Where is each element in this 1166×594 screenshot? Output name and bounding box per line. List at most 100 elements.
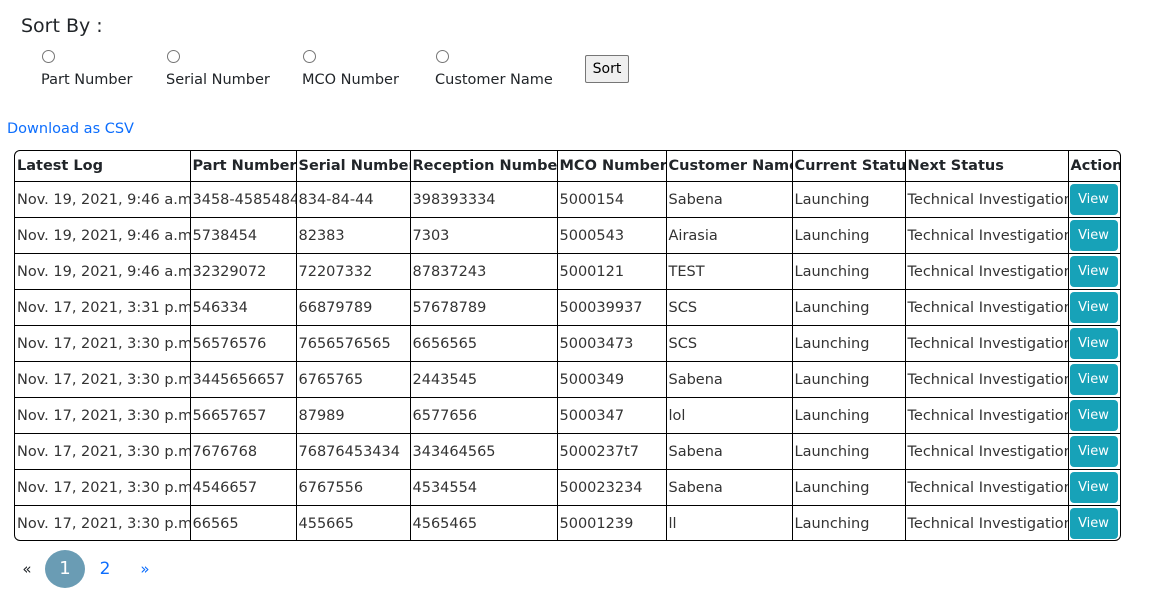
radio-label-mco-number[interactable]: MCO Number bbox=[302, 72, 399, 88]
cell-part-number: 7676768 bbox=[189, 433, 297, 470]
radio-part-number[interactable] bbox=[42, 50, 55, 63]
column-header-part-number: Part Number bbox=[189, 151, 297, 182]
table-row: Nov. 17, 2021, 3:30 p.m. 56657657 87989 657… bbox=[15, 397, 1120, 434]
cell-mco-number: 5000237t7 bbox=[556, 433, 667, 470]
cell-part-number: 32329072 bbox=[189, 253, 297, 290]
column-header-action: Action bbox=[1067, 151, 1120, 182]
radio-mco-number[interactable] bbox=[303, 50, 316, 63]
cell-next-status: Technical Investigation bbox=[904, 181, 1069, 218]
cell-current-status: Launching bbox=[791, 289, 906, 326]
sort-option-part-number[interactable]: Part Number bbox=[41, 50, 132, 88]
cell-part-number: 56576576 bbox=[189, 325, 297, 362]
column-header-serial-number: Serial Number bbox=[295, 151, 411, 182]
cell-reception-number: 7303 bbox=[409, 217, 558, 254]
cell-action: View bbox=[1067, 361, 1120, 398]
cell-part-number: 56657657 bbox=[189, 397, 297, 434]
sort-option-serial-number[interactable]: Serial Number bbox=[166, 50, 270, 88]
cell-current-status: Launching bbox=[791, 325, 906, 362]
table-row: Nov. 19, 2021, 9:46 a.m. 5738454 82383 7303… bbox=[15, 217, 1120, 254]
cell-reception-number: 343464565 bbox=[409, 433, 558, 470]
cell-part-number: 3445656657 bbox=[189, 361, 297, 398]
cell-current-status: Launching bbox=[791, 361, 906, 398]
cell-part-number: 66565 bbox=[189, 505, 297, 540]
cell-current-status: Launching bbox=[791, 469, 906, 506]
cell-latest-log: Nov. 19, 2021, 9:46 a.m. bbox=[15, 253, 191, 290]
cell-latest-log: Nov. 17, 2021, 3:30 p.m. bbox=[15, 361, 191, 398]
sort-option-mco-number[interactable]: MCO Number bbox=[302, 50, 399, 88]
cell-action: View bbox=[1067, 217, 1120, 254]
radio-customer-name[interactable] bbox=[436, 50, 449, 63]
cell-latest-log: Nov. 17, 2021, 3:30 p.m. bbox=[15, 397, 191, 434]
cell-reception-number: 4565465 bbox=[409, 505, 558, 540]
cell-mco-number: 5000347 bbox=[556, 397, 667, 434]
cell-serial-number: 7656576565 bbox=[295, 325, 411, 362]
radio-label-serial-number[interactable]: Serial Number bbox=[166, 72, 270, 88]
cell-serial-number: 834-84-44 bbox=[295, 181, 411, 218]
radio-label-customer-name[interactable]: Customer Name bbox=[435, 72, 553, 88]
view-button[interactable]: View bbox=[1069, 508, 1118, 539]
table-body: Nov. 19, 2021, 9:46 a.m. 3458-4585484 834-… bbox=[15, 181, 1120, 540]
cell-customer-name: lol bbox=[665, 397, 793, 434]
view-button[interactable]: View bbox=[1069, 436, 1118, 467]
table-row: Nov. 17, 2021, 3:30 p.m. 7676768 768764534… bbox=[15, 433, 1120, 470]
cell-mco-number: 500023234 bbox=[556, 469, 667, 506]
download-csv-link[interactable]: Download as CSV bbox=[7, 121, 134, 137]
view-button[interactable]: View bbox=[1069, 256, 1118, 287]
cell-customer-name: SCS bbox=[665, 289, 793, 326]
view-button[interactable]: View bbox=[1069, 472, 1118, 503]
cell-customer-name: Sabena bbox=[665, 433, 793, 470]
column-header-reception-number: Reception Number bbox=[409, 151, 558, 182]
cell-mco-number: 500039937 bbox=[556, 289, 667, 326]
cell-serial-number: 76876453434 bbox=[295, 433, 411, 470]
cell-mco-number: 50001239 bbox=[556, 505, 667, 540]
pagination-page-2[interactable]: 2 bbox=[98, 550, 112, 588]
column-header-customer-name: Customer Name bbox=[665, 151, 793, 182]
table-row: Nov. 17, 2021, 3:30 p.m. 3445656657 676576… bbox=[15, 361, 1120, 398]
radio-serial-number[interactable] bbox=[167, 50, 180, 63]
pagination-prev[interactable]: « bbox=[20, 550, 34, 588]
cell-action: View bbox=[1067, 253, 1120, 290]
cell-action: View bbox=[1067, 181, 1120, 218]
table-row: Nov. 19, 2021, 9:46 a.m. 3458-4585484 834-… bbox=[15, 181, 1120, 218]
cell-latest-log: Nov. 19, 2021, 9:46 a.m. bbox=[15, 181, 191, 218]
cell-part-number: 3458-4585484 bbox=[189, 181, 297, 218]
cell-mco-number: 5000543 bbox=[556, 217, 667, 254]
cell-latest-log: Nov. 17, 2021, 3:30 p.m. bbox=[15, 469, 191, 506]
cell-part-number: 5738454 bbox=[189, 217, 297, 254]
sort-button[interactable]: Sort bbox=[585, 55, 629, 83]
cell-part-number: 4546657 bbox=[189, 469, 297, 506]
cell-reception-number: 87837243 bbox=[409, 253, 558, 290]
cell-serial-number: 6767556 bbox=[295, 469, 411, 506]
records-table: Latest Log Part Number Serial Number Rec… bbox=[15, 151, 1120, 540]
view-button[interactable]: View bbox=[1069, 292, 1118, 323]
table-header-row: Latest Log Part Number Serial Number Rec… bbox=[15, 151, 1120, 182]
view-button[interactable]: View bbox=[1069, 220, 1118, 251]
sort-option-customer-name[interactable]: Customer Name bbox=[435, 50, 553, 88]
cell-reception-number: 57678789 bbox=[409, 289, 558, 326]
cell-reception-number: 2443545 bbox=[409, 361, 558, 398]
cell-customer-name: Airasia bbox=[665, 217, 793, 254]
view-button[interactable]: View bbox=[1069, 364, 1118, 395]
cell-action: View bbox=[1067, 469, 1120, 506]
radio-label-part-number[interactable]: Part Number bbox=[41, 72, 132, 88]
view-button[interactable]: View bbox=[1069, 328, 1118, 359]
cell-action: View bbox=[1067, 325, 1120, 362]
cell-serial-number: 66879789 bbox=[295, 289, 411, 326]
view-button[interactable]: View bbox=[1069, 184, 1118, 215]
table-row: Nov. 17, 2021, 3:30 p.m. 66565 455665 45654… bbox=[15, 505, 1120, 540]
view-button[interactable]: View bbox=[1069, 400, 1118, 431]
pagination-page-1[interactable]: 1 bbox=[45, 550, 85, 588]
pagination-next[interactable]: » bbox=[138, 550, 152, 588]
records-table-container: Latest Log Part Number Serial Number Rec… bbox=[14, 150, 1121, 541]
column-header-next-status: Next Status bbox=[904, 151, 1069, 182]
cell-customer-name: Sabena bbox=[665, 181, 793, 218]
cell-mco-number: 5000121 bbox=[556, 253, 667, 290]
column-header-current-status: Current Status bbox=[791, 151, 906, 182]
cell-current-status: Launching bbox=[791, 181, 906, 218]
cell-customer-name: TEST bbox=[665, 253, 793, 290]
cell-next-status: Technical Investigation bbox=[904, 325, 1069, 362]
cell-next-status: Technical Investigation bbox=[904, 433, 1069, 470]
column-header-mco-number: MCO Number bbox=[556, 151, 667, 182]
cell-current-status: Launching bbox=[791, 433, 906, 470]
cell-next-status: Technical Investigation bbox=[904, 217, 1069, 254]
